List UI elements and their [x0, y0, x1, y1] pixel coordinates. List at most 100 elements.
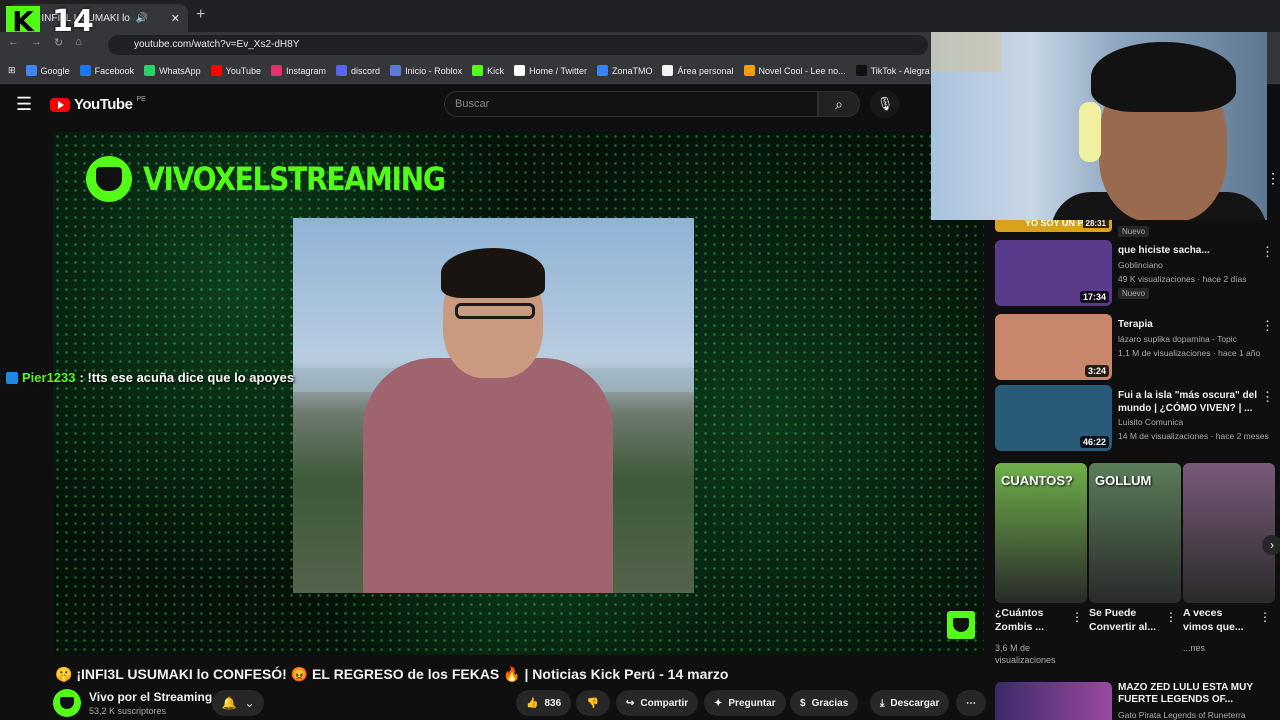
dislike-button[interactable]: 👎 — [576, 690, 610, 716]
chevron-down-icon: ⌄ — [244, 696, 255, 710]
short-thumbnail-label: GOLLUM — [1095, 473, 1152, 488]
person-hair — [441, 248, 545, 298]
short-title[interactable]: Se Puede Convertir al... — [1089, 606, 1161, 634]
ask-button[interactable]: ✦ Preguntar — [704, 690, 786, 716]
channel-watermark[interactable] — [947, 611, 975, 639]
recommendation-item[interactable]: 17:34 que hiciste sacha... Goblinciano 49 K… — [995, 240, 1280, 306]
recommendation-title[interactable]: Terapia — [1118, 318, 1266, 331]
channel-name[interactable]: Vivo por el Streaming — [89, 690, 212, 704]
more-actions-button[interactable]: ⋯ — [956, 690, 986, 716]
recommendation-channel[interactable]: Goblinciano — [1118, 260, 1163, 270]
more-vert-icon[interactable]: ⋮ — [1261, 244, 1274, 260]
apps-icon[interactable]: ⊞ — [8, 65, 16, 76]
video-thumbnail[interactable] — [995, 682, 1112, 720]
bookmark-favicon-icon — [25, 65, 37, 76]
voice-search-button[interactable]: 🎙 — [870, 90, 900, 118]
recommendation-channel[interactable]: lázaro suplika dopamina - Topic — [1118, 334, 1237, 344]
bookmark-item[interactable]: TikTok - Alegra tu — [855, 65, 940, 76]
bookmark-item[interactable]: Kick — [472, 65, 504, 76]
close-icon[interactable]: ✕ — [171, 12, 180, 25]
more-icon: ⋯ — [966, 697, 976, 709]
chat-overlay-message: Pier1233 : !tts ese acuña dice que lo ap… — [6, 370, 294, 385]
recommendation-title[interactable]: Fui a la isla "más oscura" del mundo | ¿… — [1118, 389, 1266, 415]
person-glasses — [455, 303, 535, 319]
search-icon: ⌕ — [835, 96, 843, 112]
search-button[interactable]: ⌕ — [818, 91, 860, 117]
bookmark-favicon-icon — [210, 65, 222, 76]
share-button[interactable]: ↪ Compartir — [616, 690, 699, 716]
bookmark-favicon-icon — [662, 65, 674, 76]
more-vert-icon[interactable]: ⋮ — [1261, 389, 1274, 405]
short-title[interactable]: ¿Cuántos Zombis ... — [995, 606, 1067, 634]
bookmark-label: Kick — [487, 65, 505, 76]
bookmark-item[interactable]: Inicio - Roblox — [390, 65, 462, 76]
like-count: 836 — [544, 697, 562, 709]
like-button[interactable]: 👍 836 — [516, 690, 572, 716]
bookmark-item[interactable]: YouTube — [210, 65, 261, 76]
bookmark-favicon-icon — [79, 65, 91, 76]
bookmark-item[interactable]: Área personal — [662, 65, 734, 76]
video-thumbnail[interactable]: 46:22 — [995, 385, 1112, 451]
bookmark-item[interactable]: Instagram — [271, 65, 326, 76]
short-thumbnail[interactable]: GOLLUM — [1089, 463, 1181, 603]
short-title[interactable]: A veces vimos que... — [1183, 606, 1255, 634]
shorts-shelf: CUANTOS? GOLLUM — [995, 463, 1280, 603]
more-vert-icon[interactable]: ⋮ — [1261, 318, 1274, 334]
download-label: Descargar — [890, 697, 940, 709]
chevron-right-icon[interactable]: › — [1262, 535, 1280, 555]
new-tab-button[interactable]: + — [196, 6, 205, 24]
thanks-button[interactable]: $ Gracias — [790, 690, 859, 716]
recommendation-item[interactable]: 46:22 Fui a la isla "más oscura" del mund… — [995, 385, 1280, 451]
recommendation-channel[interactable]: Gato Pirata Legends of Runeterra — [1118, 710, 1246, 720]
bookmark-label: ZonaTMO — [611, 65, 653, 76]
bookmark-item[interactable]: discord — [336, 65, 380, 76]
bookmark-favicon-icon — [743, 65, 755, 76]
video-duration: 3:24 — [1084, 365, 1109, 377]
bookmark-favicon-icon — [855, 65, 867, 76]
more-vert-icon[interactable]: ⋮ — [1266, 170, 1280, 187]
bookmark-label: Home / Twitter — [529, 65, 587, 76]
bell-icon: 🔔 — [221, 696, 237, 710]
search-input[interactable]: Buscar — [444, 91, 818, 117]
youtube-logo[interactable]: YouTube PE — [50, 96, 146, 113]
short-thumbnail[interactable] — [1183, 463, 1275, 603]
video-title: 🤫 ¡INFI3L USUMAKI lo CONFESÓ! 😡 EL REGRE… — [55, 666, 729, 682]
url-field[interactable]: youtube.com/watch?v=Ev_Xs2-dH8Y — [108, 35, 928, 55]
subscriber-count: 53,2 K suscriptores — [89, 706, 167, 716]
bookmark-label: WhatsApp — [159, 65, 201, 76]
bookmark-item[interactable]: Facebook — [79, 65, 134, 76]
thumbs-down-icon: 👎 — [586, 697, 600, 709]
download-icon: ⤓ — [880, 697, 885, 709]
bookmark-item[interactable]: Google — [25, 65, 70, 76]
back-icon[interactable]: ← — [8, 36, 19, 49]
recommendation-item[interactable]: 3:24 Terapia lázaro suplika dopamina - Top… — [995, 314, 1280, 380]
hamburger-menu-icon[interactable]: ☰ — [16, 94, 32, 115]
more-vert-icon[interactable]: ⋮ — [1165, 610, 1177, 624]
video-thumbnail[interactable]: 3:24 — [995, 314, 1112, 380]
mic-icon: 🎙 — [876, 96, 894, 111]
bookmark-item[interactable]: Home / Twitter — [514, 65, 587, 76]
more-vert-icon[interactable]: ⋮ — [1259, 610, 1271, 624]
home-icon[interactable]: ⌂ — [75, 36, 82, 49]
forward-icon[interactable]: → — [31, 36, 42, 49]
reload-icon[interactable]: ↻ — [54, 36, 63, 49]
channel-banner-text: VIVOXELSTREAMING — [143, 160, 446, 198]
video-thumbnail[interactable]: 17:34 — [995, 240, 1112, 306]
channel-avatar[interactable] — [53, 689, 81, 717]
speaker-icon[interactable]: 🔊 — [136, 13, 148, 24]
recommendation-title[interactable]: MAZO ZED LULU ESTA MUY FUERTE LEGENDS OF… — [1118, 682, 1268, 706]
notification-bell-button[interactable]: 🔔 ⌄ — [212, 690, 264, 716]
bookmark-item[interactable]: ZonaTMO — [596, 65, 653, 76]
recommendation-channel[interactable]: Luisito Comunica — [1118, 417, 1183, 427]
background-shelf — [931, 32, 1001, 72]
more-vert-icon[interactable]: ⋮ — [1071, 610, 1083, 624]
bookmark-label: Google — [40, 65, 70, 76]
short-thumbnail[interactable]: CUANTOS? — [995, 463, 1087, 603]
chat-badge-icon — [6, 371, 18, 384]
bookmark-item[interactable]: WhatsApp — [144, 65, 201, 76]
download-button[interactable]: ⤓ Descargar — [870, 690, 950, 716]
partial-thumbnail[interactable]: YO SOY UN PAY 28:31 — [995, 218, 1112, 232]
bookmark-item[interactable]: Novel Cool - Lee no... — [743, 65, 846, 76]
recommendation-title[interactable]: que hiciste sacha... — [1118, 244, 1266, 257]
new-badge: Nuevo — [1118, 226, 1150, 237]
